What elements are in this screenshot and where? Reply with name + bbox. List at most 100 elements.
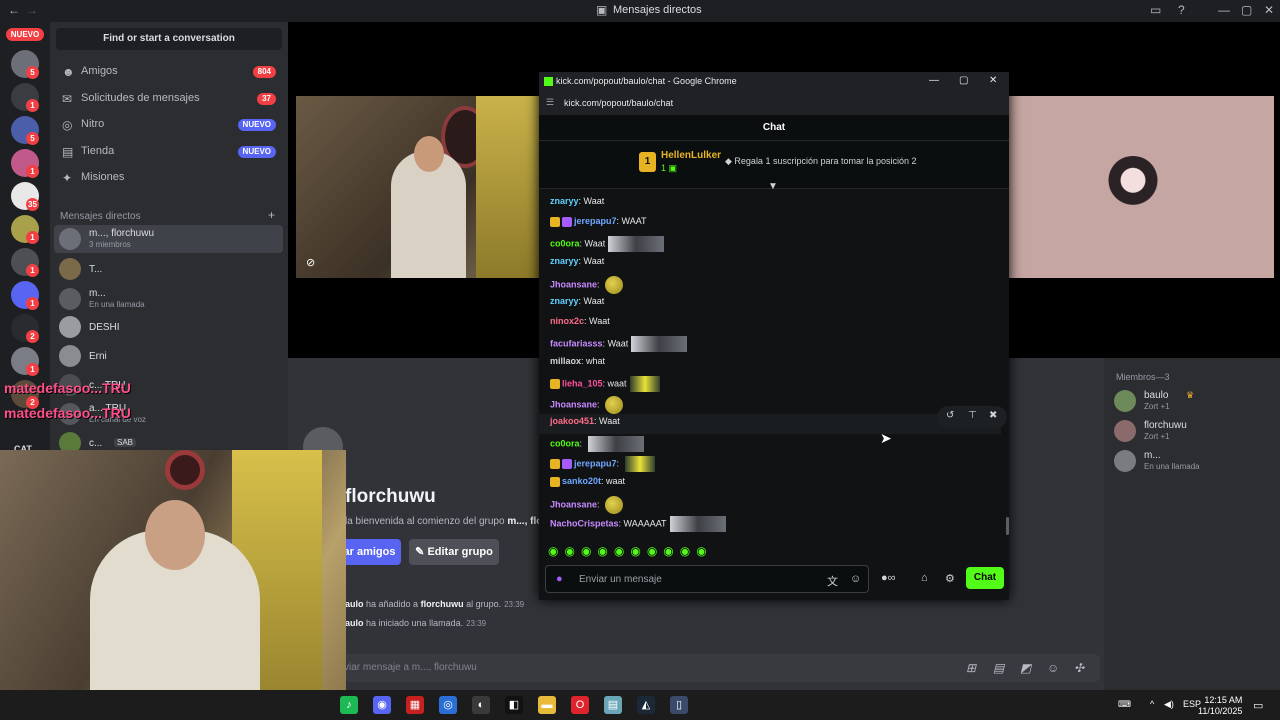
minimize-icon[interactable]: —: [1218, 3, 1230, 17]
server-unread-badge: 5: [26, 66, 39, 79]
chat-username[interactable]: znaryy: [550, 296, 579, 306]
chat-username[interactable]: facufariasss: [550, 338, 603, 348]
opera-icon[interactable]: O: [571, 696, 589, 714]
settings-icon[interactable]: ⚙: [945, 572, 955, 585]
keyboard-icon[interactable]: ⌨: [1118, 699, 1131, 710]
emoji-icon[interactable]: ☺: [850, 573, 861, 585]
chat-username[interactable]: ninox2c: [550, 316, 584, 326]
notifications-icon[interactable]: ▭: [1253, 699, 1263, 712]
chat-username[interactable]: Jhoansane: [550, 499, 597, 509]
apps-icon[interactable]: ✣: [1074, 661, 1084, 675]
tray-chevron-icon[interactable]: ^: [1150, 699, 1154, 709]
dm-name: Erni: [89, 351, 107, 362]
emote-image: [605, 496, 624, 514]
video-tile-avatar[interactable]: [1008, 96, 1274, 278]
create-dm-icon[interactable]: +: [268, 208, 275, 222]
chat-username[interactable]: millaox: [550, 356, 581, 366]
chat-username[interactable]: co0ora: [550, 438, 580, 448]
help-icon[interactable]: ?: [1178, 3, 1185, 17]
discord-icon[interactable]: ◉: [373, 696, 391, 714]
chat-username[interactable]: jerepapu7: [574, 458, 617, 468]
member-item[interactable]: m... En una llamada: [1114, 448, 1274, 476]
chat-username[interactable]: joakoo451: [550, 416, 594, 426]
nav-item-amigos[interactable]: ☻ Amigos 804: [56, 60, 282, 84]
nav-badge: 37: [257, 92, 276, 105]
back-arrow-icon[interactable]: ←: [8, 3, 20, 17]
dm-item[interactable]: Erni: [54, 342, 283, 370]
nav-item-solicitudes[interactable]: ✉ Solicitudes de mensajes 37: [56, 87, 282, 111]
chat-username[interactable]: NachoCrispetas: [550, 518, 619, 528]
store-icon[interactable]: ⌂: [921, 572, 928, 584]
chrome-icon[interactable]: ◎: [439, 696, 457, 714]
voicemeeter-icon[interactable]: ▦: [406, 696, 424, 714]
site-settings-icon[interactable]: ☰: [546, 97, 554, 108]
send-chat-button[interactable]: Chat: [966, 567, 1004, 589]
app-icon[interactable]: ▤: [604, 696, 622, 714]
find-conversation-button[interactable]: Find or start a conversation: [56, 28, 282, 50]
message-input[interactable]: viar mensaje a m..., florchuwu ⊞ ▤ ◩ ☺ ✣: [338, 654, 1100, 682]
chat-username[interactable]: lieha_105: [562, 378, 603, 388]
avatar: [1114, 450, 1136, 472]
capcut-icon[interactable]: ◧: [505, 696, 523, 714]
quick-emote-bar[interactable]: ◉◉◉◉◉◉◉◉◉◉: [548, 544, 713, 558]
nav-item-misiones[interactable]: ✦ Misiones: [56, 166, 282, 190]
kick-chat-input[interactable]: ● Enviar un mensaje 文 ☺: [545, 565, 869, 593]
maximize-icon[interactable]: ▢: [1241, 3, 1252, 17]
dm-item[interactable]: m..., florchuwu 3 miembros: [54, 225, 283, 253]
explorer-icon[interactable]: ▬: [538, 696, 556, 714]
chat-username[interactable]: Jhoansane: [550, 279, 597, 289]
channel-points-icon[interactable]: ●∞: [881, 572, 896, 584]
gift-icon[interactable]: ⊞: [966, 661, 976, 675]
dm-item[interactable]: T...: [54, 255, 283, 283]
dm-name: m..., florchuwu: [89, 228, 155, 239]
edit-group-button[interactable]: ✎ Editar grupo: [409, 539, 499, 565]
new-badge: NUEVO: [6, 28, 44, 41]
close-icon[interactable]: ✕: [1264, 3, 1274, 17]
kick-favicon: [544, 77, 553, 86]
close-icon[interactable]: ✕: [989, 75, 997, 86]
chat-username[interactable]: co0ora: [550, 238, 580, 248]
dm-item[interactable]: DESHI: [54, 313, 283, 341]
spotify-icon[interactable]: ♪: [340, 696, 358, 714]
kick-chat-header: Chat: [539, 115, 1009, 141]
video-tile-user[interactable]: ⊘: [296, 96, 546, 278]
address-bar[interactable]: ☰ kick.com/popout/baulo/chat: [539, 91, 1009, 115]
chat-username[interactable]: znaryy: [550, 196, 579, 206]
obs-icon[interactable]: ◐: [472, 696, 490, 714]
inbox-icon[interactable]: ▭: [1150, 3, 1161, 17]
emoji-icon[interactable]: ☺: [1047, 661, 1059, 675]
volume-icon[interactable]: ◀): [1164, 699, 1174, 710]
app2-icon[interactable]: ▯: [670, 696, 688, 714]
chat-username[interactable]: jerepapu7: [574, 216, 617, 226]
overlay-line: matedefasoo...TRU: [4, 380, 131, 396]
nav-item-tienda[interactable]: ▤ Tienda NUEVO: [56, 140, 282, 164]
clock[interactable]: 12:15 AM 11/10/2025: [1198, 695, 1242, 717]
minimize-icon[interactable]: —: [929, 75, 939, 86]
member-item[interactable]: florchuwu Zort +1: [1114, 418, 1274, 446]
nav-badge: NUEVO: [237, 145, 276, 158]
maximize-icon[interactable]: ▢: [959, 75, 968, 86]
video-off-icon[interactable]: ⊘: [306, 256, 315, 269]
window-titlebar: ← → Mensajes directos ▣ ▭ ? — ▢ ✕: [0, 0, 1280, 22]
gif-icon[interactable]: ▤: [993, 661, 1004, 675]
translate-icon[interactable]: 文: [827, 573, 838, 589]
microphone-icon[interactable]: ●: [556, 573, 563, 585]
invite-friends-button[interactable]: ar amigos: [338, 539, 401, 565]
chat-username[interactable]: Jhoansane: [550, 399, 597, 409]
forward-arrow-icon[interactable]: →: [26, 3, 38, 17]
dm-item[interactable]: m... En una llamada: [54, 285, 283, 313]
collapse-arrow-icon[interactable]: ▼: [768, 181, 778, 192]
member-item[interactable]: baulo ♛ Zort +1: [1114, 388, 1274, 416]
sticker-icon[interactable]: ◩: [1020, 661, 1031, 675]
reply-icon[interactable]: ↺: [946, 410, 954, 421]
gift-prompt[interactable]: ◆ Regala 1 suscripción para tomar la pos…: [725, 156, 917, 167]
leaderboard-user[interactable]: HellenLulker: [661, 150, 721, 161]
pin-icon[interactable]: ⊤: [968, 410, 977, 421]
url-text: kick.com/popout/baulo/chat: [564, 98, 674, 108]
nav-item-nitro[interactable]: ◎ Nitro NUEVO: [56, 113, 282, 137]
chat-username[interactable]: znaryy: [550, 256, 579, 266]
chat-username[interactable]: sanko20t: [562, 476, 601, 486]
steam-icon[interactable]: ◭: [637, 696, 655, 714]
chat-scrollbar[interactable]: [1006, 517, 1009, 535]
delete-icon[interactable]: ✖: [989, 410, 997, 421]
